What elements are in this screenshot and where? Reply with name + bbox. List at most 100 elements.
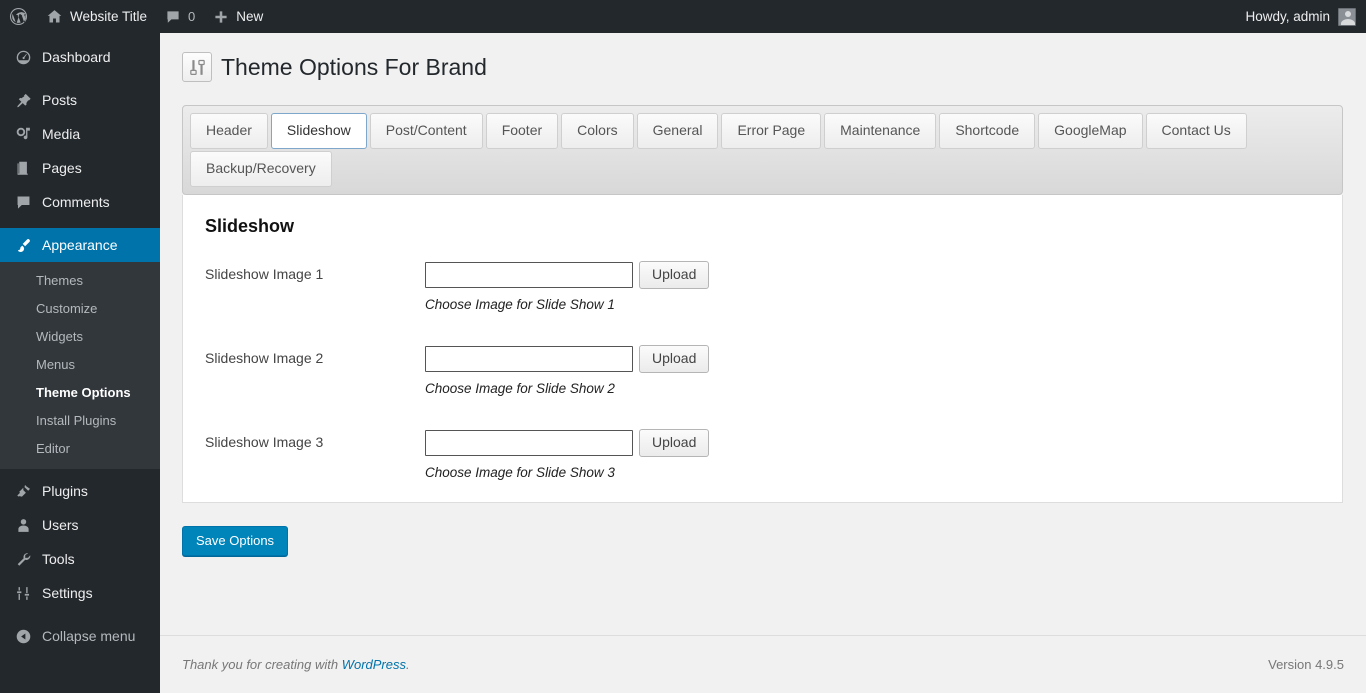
submenu-item-themes[interactable]: Themes [0, 267, 160, 295]
slideshow-image-2-input[interactable] [425, 346, 633, 372]
submenu-item-editor[interactable]: Editor [0, 435, 160, 463]
submenu-item-widgets[interactable]: Widgets [0, 323, 160, 351]
upload-button-3[interactable]: Upload [639, 429, 710, 457]
save-options-wrap: Save Options [182, 526, 1366, 556]
field-label: Slideshow Image 1 [205, 266, 324, 282]
tab-backup-recovery[interactable]: Backup/Recovery [190, 151, 332, 187]
sidebar-item-comments[interactable]: Comments [0, 185, 160, 219]
submenu-item-install-plugins[interactable]: Install Plugins [0, 407, 160, 435]
tab-footer[interactable]: Footer [485, 113, 559, 149]
footer-thanks-text: Thank you for creating with WordPress. [182, 657, 410, 672]
field-row-slideshow-image-2: Slideshow Image 2 Upload Choose Image fo… [205, 345, 1342, 396]
sidebar-item-dashboard[interactable]: Dashboard [0, 40, 160, 74]
tab-slideshow[interactable]: Slideshow [270, 113, 367, 149]
user-icon [13, 517, 33, 534]
dashboard-icon [13, 49, 33, 66]
site-name-menu[interactable]: Website Title [37, 0, 156, 33]
tab-post-content[interactable]: Post/Content [369, 113, 483, 149]
sliders-icon [13, 585, 33, 602]
slideshow-image-3-input[interactable] [425, 430, 633, 456]
field-control: Upload Choose Image for Slide Show 2 [425, 345, 710, 396]
panel-inner: Slideshow Slideshow Image 1 Upload Choos… [183, 195, 1342, 502]
sidebar-item-posts[interactable]: Posts [0, 83, 160, 117]
user-avatar-icon [1338, 7, 1356, 26]
field-control: Upload Choose Image for Slide Show 1 [425, 261, 710, 312]
tab-error-page[interactable]: Error Page [721, 113, 822, 149]
control-line: Upload [425, 261, 710, 289]
comments-count: 0 [188, 9, 196, 24]
sidebar-item-users[interactable]: Users [0, 508, 160, 542]
comment-bubble-icon [13, 194, 33, 211]
wrench-icon [13, 551, 33, 568]
sidebar-item-label: Dashboard [42, 49, 111, 65]
tab-colors[interactable]: Colors [561, 113, 634, 149]
field-description: Choose Image for Slide Show 1 [425, 297, 615, 312]
submenu-item-theme-options[interactable]: Theme Options [0, 379, 160, 407]
sidebar-item-settings[interactable]: Settings [0, 576, 160, 610]
sidebar-item-label: Settings [42, 585, 93, 601]
main-content-area: Theme Options For Brand Header Slideshow… [160, 33, 1366, 693]
sidebar-item-label: Posts [42, 92, 78, 108]
sidebar-item-label: Pages [42, 160, 82, 176]
sidebar-item-appearance[interactable]: Appearance [0, 228, 168, 262]
field-description: Choose Image for Slide Show 3 [425, 465, 615, 480]
upload-button-2[interactable]: Upload [639, 345, 710, 373]
slideshow-settings-panel: Slideshow Slideshow Image 1 Upload Choos… [182, 195, 1343, 503]
wordpress-link[interactable]: WordPress [342, 657, 406, 672]
slideshow-image-1-input[interactable] [425, 262, 633, 288]
appearance-submenu: Themes Customize Widgets Menus Theme Opt… [0, 262, 160, 469]
tab-maintenance[interactable]: Maintenance [824, 113, 937, 149]
howdy-label: Howdy, admin [1245, 9, 1330, 24]
sidebar-item-label: Media [42, 126, 81, 142]
account-menu[interactable]: Howdy, admin [1245, 7, 1366, 26]
tab-contact-us[interactable]: Contact Us [1145, 113, 1247, 149]
footer-thanks-prefix: Thank you for creating with [182, 657, 342, 672]
admin-bar: Website Title 0 New Howdy, admin [0, 0, 1366, 33]
tabs-row: Header Slideshow Post/Content Footer Col… [190, 113, 1335, 189]
sidebar-item-pages[interactable]: Pages [0, 151, 160, 185]
tab-general[interactable]: General [636, 113, 719, 149]
sidebar-item-label: Users [42, 517, 79, 533]
theme-options-tabs: Header Slideshow Post/Content Footer Col… [182, 105, 1343, 195]
paintbrush-icon [13, 237, 33, 254]
sidebar-item-plugins[interactable]: Plugins [0, 474, 160, 508]
section-heading: Slideshow [205, 216, 295, 236]
tab-header[interactable]: Header [190, 113, 268, 149]
field-label: Slideshow Image 3 [205, 434, 324, 450]
tab-googlemap[interactable]: GoogleMap [1038, 113, 1143, 149]
plug-icon [13, 483, 33, 500]
collapse-arrow-icon [13, 628, 33, 645]
plus-icon [213, 9, 229, 25]
media-icon [13, 126, 33, 143]
sidebar-item-label: Appearance [42, 237, 118, 253]
pin-icon [13, 92, 33, 109]
upload-button-1[interactable]: Upload [639, 261, 710, 289]
page-title-wrap: Theme Options For Brand [160, 33, 1366, 82]
field-control: Upload Choose Image for Slide Show 3 [425, 429, 710, 480]
new-content-menu[interactable]: New [204, 0, 272, 33]
field-description: Choose Image for Slide Show 2 [425, 381, 615, 396]
wordpress-logo-icon [9, 7, 28, 26]
sidebar-item-media[interactable]: Media [0, 117, 160, 151]
comments-menu[interactable]: 0 [156, 0, 204, 33]
field-label: Slideshow Image 2 [205, 350, 324, 366]
sidebar-separator [0, 610, 160, 619]
admin-sidebar-menu: Dashboard Posts Media Pages Comments App… [0, 33, 168, 693]
sidebar-separator [0, 74, 160, 83]
submenu-item-customize[interactable]: Customize [0, 295, 160, 323]
sidebar-item-tools[interactable]: Tools [0, 542, 160, 576]
control-line: Upload [425, 345, 710, 373]
sidebar-item-label: Tools [42, 551, 75, 567]
site-title-label: Website Title [70, 9, 148, 24]
wp-logo-menu[interactable] [0, 0, 37, 33]
tab-shortcode[interactable]: Shortcode [939, 113, 1036, 149]
submenu-item-menus[interactable]: Menus [0, 351, 160, 379]
sidebar-top-gap [0, 33, 160, 40]
field-row-slideshow-image-3: Slideshow Image 3 Upload Choose Image fo… [205, 429, 1342, 480]
save-options-button[interactable]: Save Options [182, 526, 289, 556]
field-row-slideshow-image-1: Slideshow Image 1 Upload Choose Image fo… [205, 261, 1342, 312]
wordpress-version: Version 4.9.5 [1268, 657, 1344, 672]
collapse-menu-button[interactable]: Collapse menu [0, 619, 160, 653]
comment-bubble-icon [165, 9, 181, 25]
footer-thanks-suffix: . [406, 657, 410, 672]
